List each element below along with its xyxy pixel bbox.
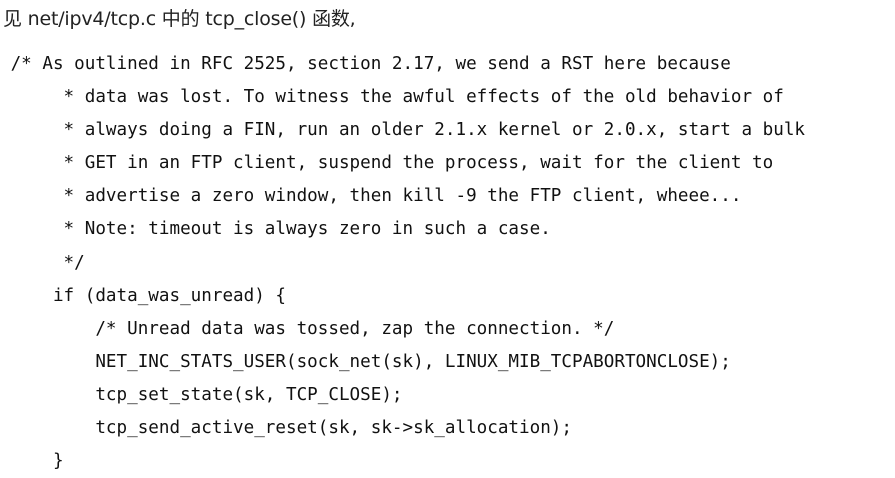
code-line: }	[0, 451, 64, 472]
code-line: * always doing a FIN, run an older 2.1.x…	[0, 120, 806, 141]
intro-text: 见 net/ipv4/tcp.c 中的 tcp_close() 函数,	[3, 8, 356, 30]
code-line: * GET in an FTP client, suspend the proc…	[0, 153, 774, 174]
code-line: * Note: timeout is always zero in such a…	[0, 219, 551, 240]
code-line: tcp_set_state(sk, TCP_CLOSE);	[0, 384, 403, 405]
code-line: NET_INC_STATS_USER(sock_net(sk), LINUX_M…	[0, 351, 731, 372]
code-line: */	[0, 252, 85, 273]
code-block: /* As outlined in RFC 2525, section 2.17…	[0, 48, 805, 478]
code-line: /* Unread data was tossed, zap the conne…	[0, 318, 615, 339]
code-line: * advertise a zero window, then kill -9 …	[0, 186, 742, 207]
code-line: tcp_send_active_reset(sk, sk->sk_allocat…	[0, 418, 572, 439]
code-line: /* As outlined in RFC 2525, section 2.17…	[0, 54, 731, 74]
code-line: if (data_was_unread) {	[0, 285, 286, 306]
code-line: * data was lost. To witness the awful ef…	[0, 87, 784, 108]
